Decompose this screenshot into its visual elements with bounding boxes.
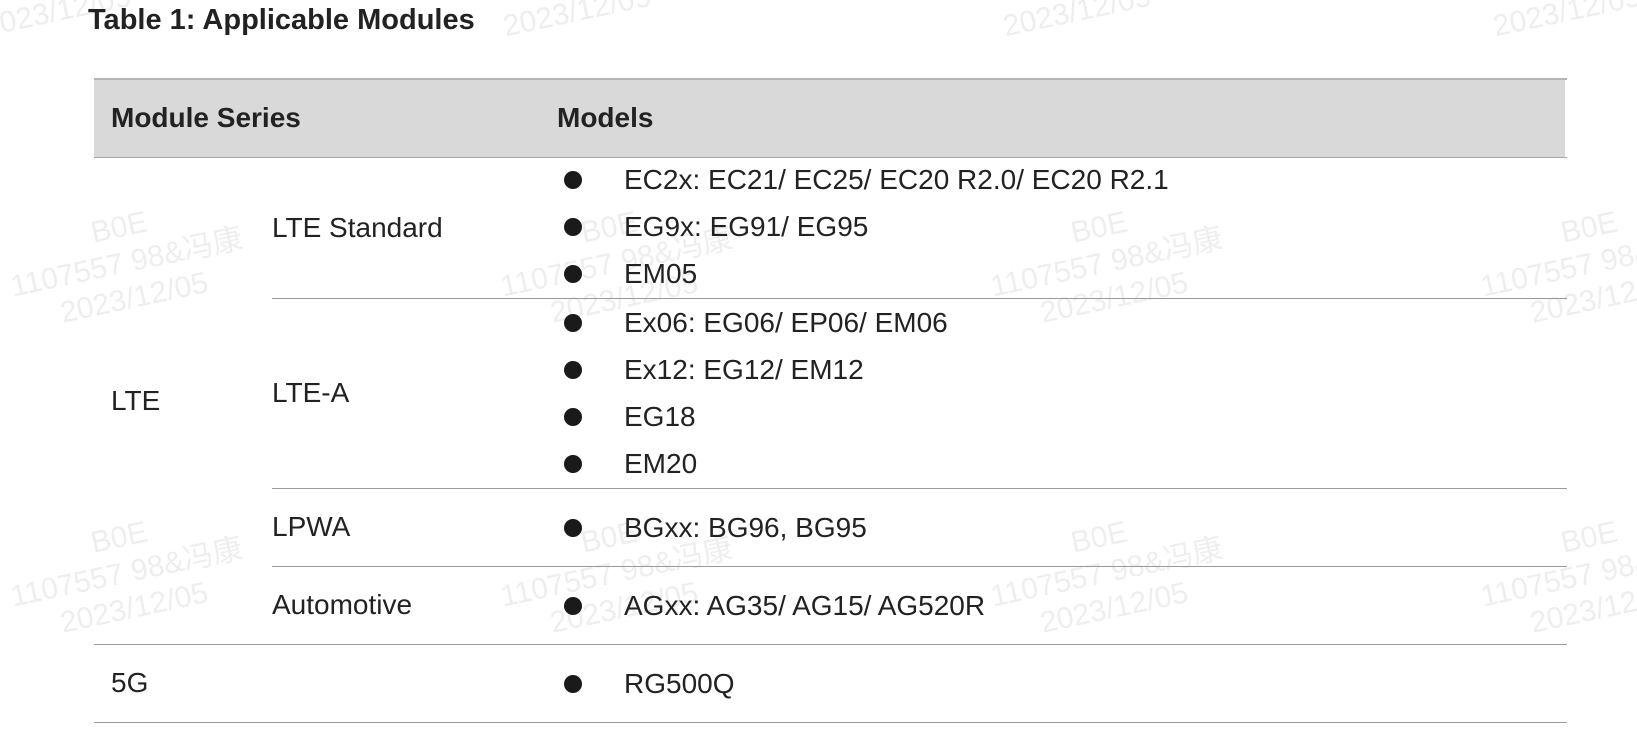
list-item: Ex06: EG06/ EP06/ EM06: [559, 299, 1567, 346]
models-list: Ex06: EG06/ EP06/ EM06 Ex12: EG12/ EM12 …: [559, 299, 1567, 487]
bullet-icon: [564, 171, 582, 189]
list-item: Ex12: EG12/ EM12: [559, 346, 1567, 393]
series-cell-5g: 5G: [94, 644, 272, 723]
bullet-icon: [564, 361, 582, 379]
table: Module Series Models LTE LTE Standard EC…: [94, 78, 1567, 723]
bullet-icon: [564, 218, 582, 236]
models-list: BGxx: BG96, BG95: [559, 504, 1567, 551]
list-item: EG9x: EG91/ EG95: [559, 203, 1567, 250]
models-cell: BGxx: BG96, BG95: [559, 488, 1567, 567]
models-cell: AGxx: AG35/ AG15/ AG520R: [559, 566, 1567, 645]
models-cell: EC2x: EC21/ EC25/ EC20 R2.0/ EC20 R2.1 E…: [559, 156, 1567, 299]
list-item: EM05: [559, 250, 1567, 297]
subseries-cell-empty: [272, 644, 559, 723]
subseries-cell-lte-a: LTE-A: [272, 298, 559, 489]
table-row: LTE LTE Standard EC2x: EC21/ EC25/ EC20 …: [94, 156, 1567, 645]
table-row: LPWA BGxx: BG96, BG95: [94, 488, 1567, 567]
table-header: Module Series Models: [94, 78, 1567, 158]
bullet-icon: [564, 455, 582, 473]
models-cell: RG500Q: [559, 644, 1567, 723]
watermark: 2023/12/05: [1000, 0, 1154, 44]
series-cell-lte: LTE: [94, 157, 272, 645]
table-row: Automotive AGxx: AG35/ AG15/ AG520R: [94, 566, 1567, 645]
bullet-icon: [564, 674, 582, 693]
list-item: EG18: [559, 393, 1567, 440]
bullet-icon: [564, 518, 582, 537]
table-row: 5G RG500Q: [94, 644, 1567, 723]
column-header-module-series: Module Series: [94, 78, 559, 158]
models-list: AGxx: AG35/ AG15/ AG520R: [559, 582, 1567, 629]
applicable-modules-table: Module Series Models LTE LTE Standard EC…: [94, 78, 1567, 723]
subseries-cell-automotive: Automotive: [272, 566, 559, 645]
table-body: LTE LTE Standard EC2x: EC21/ EC25/ EC20 …: [94, 156, 1567, 723]
watermark: 2023/12/05: [500, 0, 654, 44]
list-item: AGxx: AG35/ AG15/ AG520R: [559, 582, 1567, 629]
models-list: EC2x: EC21/ EC25/ EC20 R2.0/ EC20 R2.1 E…: [559, 156, 1567, 297]
header-row: Module Series Models: [94, 78, 1567, 158]
models-cell: Ex06: EG06/ EP06/ EM06 Ex12: EG12/ EM12 …: [559, 298, 1567, 489]
bullet-icon: [564, 408, 582, 426]
bullet-icon: [564, 596, 582, 615]
list-item: EC2x: EC21/ EC25/ EC20 R2.0/ EC20 R2.1: [559, 156, 1567, 203]
subseries-cell-lpwa: LPWA: [272, 488, 559, 567]
column-header-models: Models: [557, 78, 1565, 158]
list-item: RG500Q: [559, 660, 1567, 707]
table-caption: Table 1: Applicable Modules: [88, 4, 475, 36]
bullet-icon: [564, 314, 582, 332]
table-row: LTE-A Ex06: EG06/ EP06/ EM06 Ex12: EG12/…: [94, 298, 1567, 489]
list-item: EM20: [559, 440, 1567, 487]
models-list: RG500Q: [559, 660, 1567, 707]
watermark: 2023/12/05: [1490, 0, 1637, 44]
bullet-icon: [564, 265, 582, 283]
subseries-cell-lte-standard: LTE Standard: [272, 157, 559, 299]
list-item: BGxx: BG96, BG95: [559, 504, 1567, 551]
